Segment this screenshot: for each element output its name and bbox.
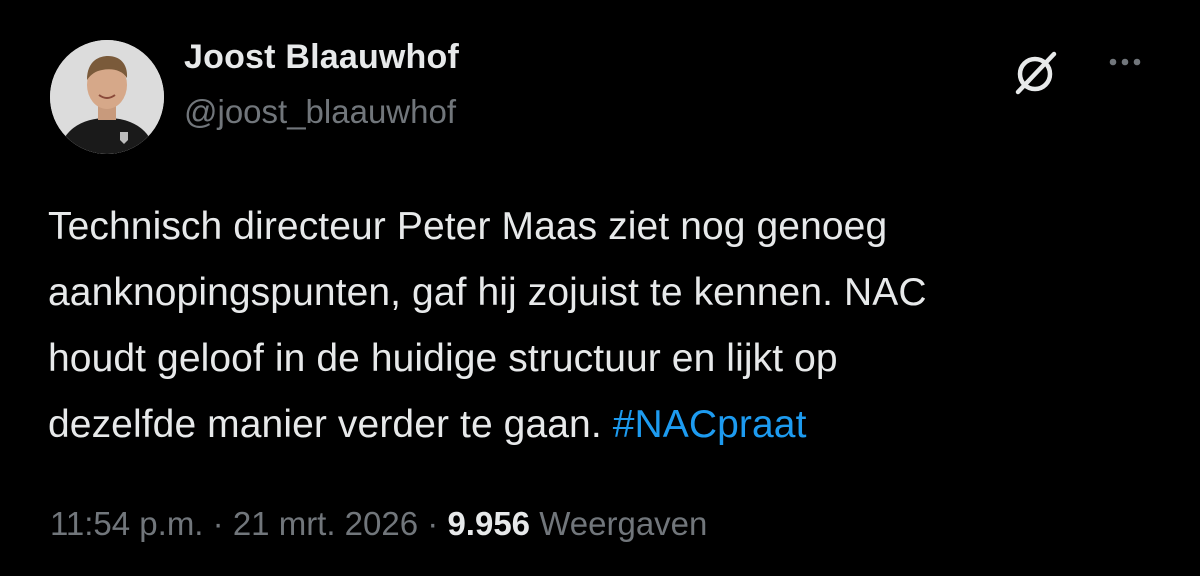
tweet-card: Joost Blaauwhof @joost_blaauwhof Technis… — [0, 0, 1200, 576]
hashtag-link[interactable]: #NACpraat — [613, 403, 807, 446]
grok-slash-icon[interactable] — [1010, 46, 1062, 98]
author-display-name[interactable]: Joost Blaauwhof — [184, 38, 459, 77]
tweet-text: Technisch directeur Peter Maas ziet nog … — [48, 194, 1168, 458]
views-count[interactable]: 9.956 — [447, 505, 530, 542]
meta-separator: · — [212, 505, 224, 542]
views-label: Weergaven — [539, 505, 708, 542]
tweet-date[interactable]: 21 mrt. 2026 — [233, 505, 418, 542]
more-horizontal-icon[interactable] — [1095, 46, 1155, 86]
tweet-meta: 11:54 p.m. · 21 mrt. 2026 · 9.956 Weerga… — [50, 505, 707, 543]
meta-separator: · — [427, 505, 439, 542]
avatar[interactable] — [50, 40, 164, 154]
author-handle[interactable]: @joost_blaauwhof — [184, 93, 456, 131]
avatar-photo — [50, 40, 164, 154]
tweet-time[interactable]: 11:54 p.m. — [50, 505, 203, 542]
